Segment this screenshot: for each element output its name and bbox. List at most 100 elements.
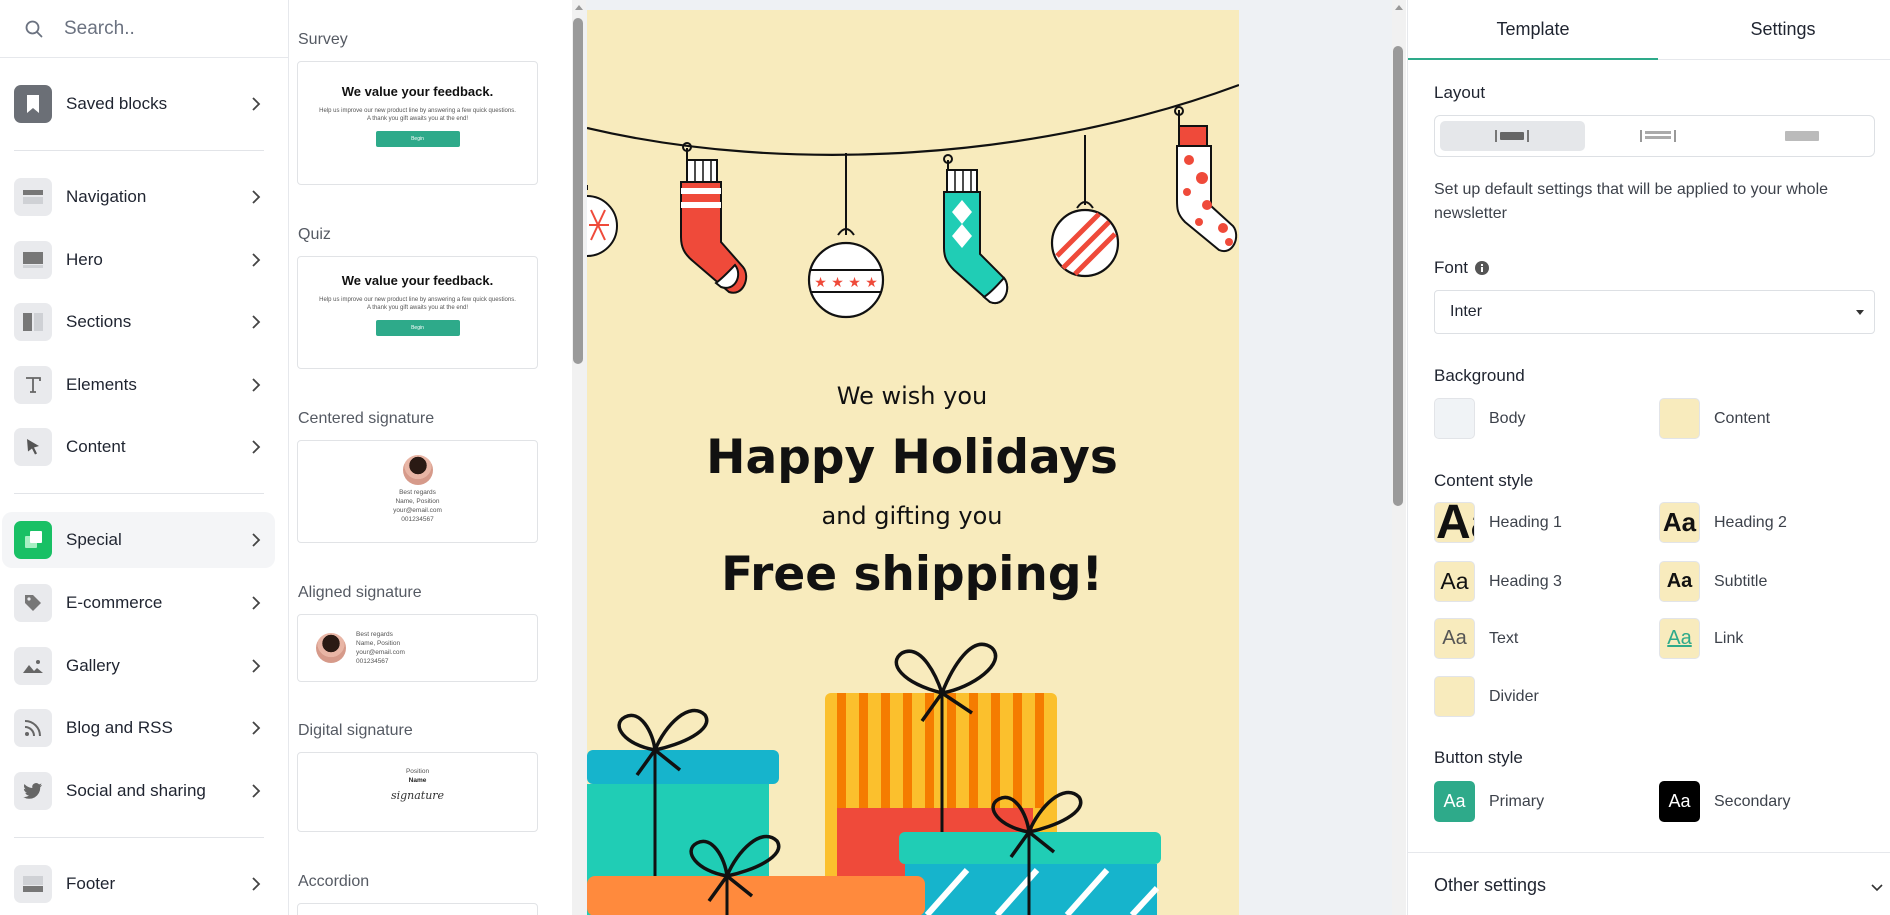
avatar: [316, 633, 346, 663]
chevron-down-icon[interactable]: [1871, 884, 1883, 892]
sidebar-item-label: Elements: [66, 375, 137, 394]
sidebar-item-label: Special: [66, 530, 122, 549]
layout-option-full[interactable]: [1729, 121, 1874, 151]
card-text: A thank you gift awaits you at the end!: [366, 116, 469, 122]
button-style-primary[interactable]: Aa Primary: [1434, 781, 1544, 822]
image-icon: [14, 647, 52, 685]
layout-label: Layout: [1434, 83, 1486, 102]
chevron-right-icon: [252, 190, 261, 204]
email-canvas: ★ ★ ★ ★ We wish you Happy Holidays and g…: [586, 0, 1392, 915]
sidebar-item-footer[interactable]: Footer: [2, 856, 275, 912]
sidebar-item-label: Social and sharing: [66, 781, 206, 800]
block-card-quiz[interactable]: We value your feedback. Help us improve …: [297, 256, 538, 369]
sidebar-item-content[interactable]: Content: [2, 419, 275, 475]
chevron-right-icon: [252, 97, 261, 111]
canvas-scrollbar-thumb[interactable]: [1393, 46, 1403, 506]
sidebar-item-navigation[interactable]: Navigation: [2, 169, 275, 225]
other-settings-section[interactable]: Other settings: [1408, 852, 1890, 915]
sig-line: Best regards: [356, 631, 393, 638]
sidebar-item-label: Gallery: [66, 656, 120, 675]
swatch-label: Secondary: [1714, 792, 1791, 810]
twitter-icon: [14, 772, 52, 810]
sections-icon: [14, 303, 52, 341]
info-icon[interactable]: [1474, 260, 1490, 276]
style-heading-1[interactable]: Aa Heading 1: [1434, 502, 1562, 543]
block-card-aligned-signature[interactable]: Best regards Name, Position your@email.c…: [297, 614, 538, 682]
scroll-up-arrow-icon[interactable]: [572, 2, 586, 12]
sig-line: your@email.com: [393, 507, 442, 514]
sidebar-item-special[interactable]: Special: [2, 512, 275, 568]
layout-medium-icon: [1639, 130, 1676, 142]
scroll-up-arrow-icon[interactable]: [1392, 2, 1406, 12]
email-headline: Happy Holidays: [706, 430, 1118, 485]
divider: [14, 150, 264, 151]
block-title-accordion: Accordion: [298, 873, 370, 890]
swatch-label: Text: [1489, 629, 1519, 647]
font-select[interactable]: Inter: [1434, 290, 1875, 334]
chevron-right-icon: [252, 784, 261, 798]
chevron-right-icon: [252, 378, 261, 392]
style-heading-3[interactable]: Aa Heading 3: [1434, 561, 1562, 602]
layout-option-narrow[interactable]: [1440, 121, 1585, 151]
sidebar-item-label: Sections: [66, 312, 132, 331]
sidebar-item-e-commerce[interactable]: E-commerce: [2, 575, 275, 631]
block-title-aligned-signature: Aligned signature: [298, 584, 422, 601]
block-list-scrollbar-thumb[interactable]: [573, 18, 583, 364]
block-card-centered-signature[interactable]: Best regards Name, Position your@email.c…: [297, 440, 538, 543]
card-heading: We value your feedback.: [341, 84, 494, 99]
style-sample: Aa: [1659, 502, 1700, 543]
background-body-swatch[interactable]: Body: [1434, 398, 1525, 439]
search-input[interactable]: [64, 17, 264, 40]
sidebar-item-label: Footer: [66, 874, 116, 893]
dropdown-caret-icon: [1856, 310, 1864, 315]
card-text: Help us improve our new product line by …: [319, 108, 516, 114]
style-subtitle[interactable]: Aa Subtitle: [1659, 561, 1767, 602]
sidebar-item-social-and-sharing[interactable]: Social and sharing: [2, 763, 275, 819]
chevron-right-icon: [252, 659, 261, 673]
button-style-label: Button style: [1434, 748, 1523, 767]
sig-line: Name, Position: [395, 498, 440, 505]
block-title-centered-signature: Centered signature: [298, 410, 435, 427]
font-label-row: Font: [1434, 258, 1490, 278]
block-card-digital-signature[interactable]: Position Name signature: [297, 752, 538, 832]
style-sample: Aa: [1434, 502, 1475, 543]
block-card-survey[interactable]: We value your feedback. Help us improve …: [297, 61, 538, 185]
background-content-swatch[interactable]: Content: [1659, 398, 1770, 439]
button-style-secondary[interactable]: Aa Secondary: [1659, 781, 1791, 822]
sidebar-item-sections[interactable]: Sections: [2, 294, 275, 350]
rss-icon: [14, 709, 52, 747]
sidebar-item-gallery[interactable]: Gallery: [2, 638, 275, 694]
signature-image: signature: [390, 789, 445, 802]
swatch-label: Heading 3: [1489, 572, 1562, 590]
style-text[interactable]: Aa Text: [1434, 618, 1518, 659]
style-sample: Aa: [1659, 618, 1700, 659]
email-offer: Free shipping!: [721, 547, 1103, 602]
style-divider[interactable]: Divider: [1434, 676, 1539, 717]
chevron-right-icon: [252, 315, 261, 329]
sidebar-item-hero[interactable]: Hero: [2, 232, 275, 288]
hero-icon: [14, 241, 52, 279]
divider: [14, 493, 264, 494]
chevron-right-icon: [252, 877, 261, 891]
swatch-label: Primary: [1489, 792, 1545, 810]
style-link[interactable]: Aa Link: [1659, 618, 1743, 659]
search-bar: [0, 0, 288, 58]
style-sample: Aa: [1659, 781, 1700, 822]
tag-icon: [14, 584, 52, 622]
footer-icon: [14, 865, 52, 903]
block-card-accordion[interactable]: [297, 903, 538, 915]
special-icon: [14, 521, 52, 559]
sig-line: Best regards: [399, 489, 436, 496]
chevron-right-icon: [252, 721, 261, 735]
sidebar-item-label: Content: [66, 437, 126, 456]
sidebar-item-blog-and-rss[interactable]: Blog and RSS: [2, 700, 275, 756]
avatar: [402, 455, 433, 485]
style-heading-2[interactable]: Aa Heading 2: [1659, 502, 1787, 543]
sidebar-item-label: Hero: [66, 250, 103, 269]
sidebar-item-elements[interactable]: Elements: [2, 357, 275, 413]
layout-option-medium[interactable]: [1585, 121, 1730, 151]
email-content[interactable]: ★ ★ ★ ★ We wish you Happy Holidays and g…: [587, 10, 1239, 915]
sidebar-item-saved-blocks[interactable]: Saved blocks: [2, 76, 275, 132]
tab-settings[interactable]: Settings: [1658, 0, 1890, 60]
tab-template[interactable]: Template: [1408, 0, 1658, 60]
